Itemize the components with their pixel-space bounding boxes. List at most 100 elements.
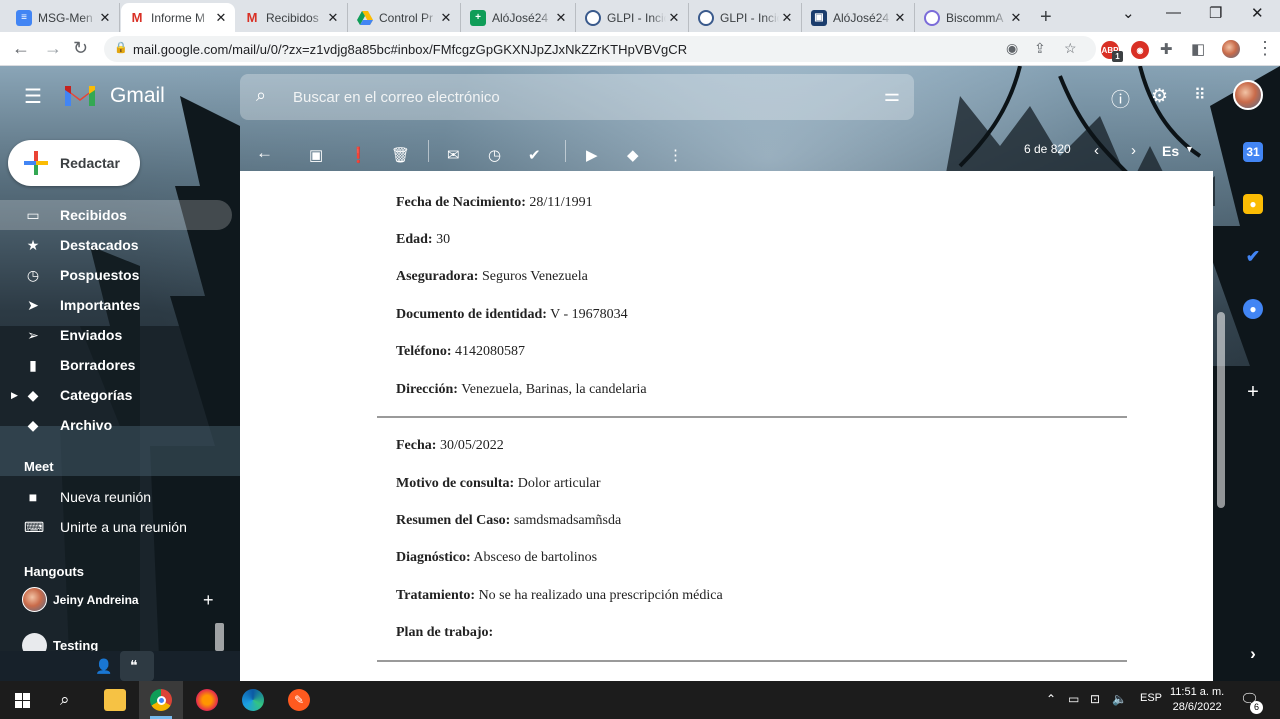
search-icon[interactable]: ⌕ — [60, 690, 70, 710]
sidebar-item-archive[interactable]: ◆ Archivo — [0, 410, 232, 440]
show-side-panel-icon[interactable]: › — [1243, 644, 1263, 664]
main-menu-icon[interactable]: ☰ — [24, 84, 42, 109]
mark-unread-icon[interactable]: ✉ — [447, 146, 460, 164]
get-addons-icon[interactable]: + — [1243, 381, 1263, 403]
newer-icon[interactable]: › — [1131, 142, 1136, 159]
tab-search-icon[interactable]: ⌄ — [1122, 4, 1135, 22]
browser-tab[interactable]: ▣ AlóJosé24 ✕ — [803, 3, 915, 32]
sidebar-item-snoozed[interactable]: ◷ Pospuestos — [0, 260, 232, 290]
older-icon[interactable]: ‹ — [1094, 142, 1099, 159]
tasks-icon[interactable]: ✔ — [1243, 247, 1263, 267]
input-tools-language[interactable]: Es — [1162, 143, 1179, 159]
close-icon[interactable]: ✕ — [97, 10, 113, 26]
profile-avatar[interactable] — [1220, 38, 1242, 60]
back-icon[interactable]: ← — [12, 38, 30, 59]
minimize-icon[interactable]: — — [1166, 4, 1181, 21]
close-icon[interactable]: ✕ — [213, 10, 229, 26]
settings-gear-icon[interactable]: ⚙ — [1151, 85, 1168, 108]
message-scrollbar[interactable] — [1217, 312, 1225, 508]
account-avatar[interactable] — [1233, 80, 1263, 110]
sidebar-item-inbox[interactable]: ▭ Recibidos — [0, 200, 232, 230]
browser-tab[interactable]: ≡ MSG-Men ✕ — [8, 3, 120, 32]
chevron-down-icon[interactable]: ▼ — [1185, 144, 1194, 154]
contacts-icon[interactable]: ● — [1243, 299, 1263, 319]
add-contact-icon[interactable]: + — [203, 590, 214, 611]
extension-icon[interactable]: ◉ — [1131, 41, 1149, 59]
meet-join-meeting[interactable]: ⌨ Unirte a una reunión — [0, 512, 232, 542]
app-icon[interactable]: ✎ — [288, 689, 310, 711]
move-to-icon[interactable]: ▶ — [586, 146, 598, 164]
close-icon[interactable]: ✕ — [892, 10, 908, 26]
close-icon[interactable]: ✕ — [553, 10, 569, 26]
reload-icon[interactable]: ↻ — [73, 38, 88, 59]
expand-caret-icon[interactable]: ▶ — [11, 390, 18, 401]
sidebar-item-label: Destacados — [60, 237, 139, 253]
compose-button[interactable]: Redactar — [8, 140, 140, 186]
language-indicator[interactable]: ESP — [1140, 692, 1162, 704]
share-icon[interactable]: ⇪ — [1034, 40, 1046, 57]
close-icon[interactable]: ✕ — [1008, 10, 1024, 26]
close-icon[interactable]: ✕ — [666, 10, 682, 26]
delete-icon[interactable]: 🗑 — [391, 146, 410, 164]
network-icon[interactable]: ⊡ — [1090, 692, 1100, 706]
close-icon[interactable]: ✕ — [779, 10, 795, 26]
meet-item-label: Nueva reunión — [60, 489, 152, 505]
video-icon: ■ — [28, 489, 38, 505]
meet-new-meeting[interactable]: ■ Nueva reunión — [0, 482, 232, 512]
person-icon[interactable]: 👤 — [95, 658, 112, 675]
browser-tab[interactable]: BiscommA ✕ — [916, 3, 1030, 32]
new-tab-button[interactable]: + — [1040, 6, 1052, 29]
extensions-puzzle-icon[interactable]: ✚ — [1160, 40, 1173, 58]
search-options-icon[interactable]: ⚌ — [884, 85, 900, 106]
hangouts-contact[interactable]: Jeiny Andreina + — [0, 585, 232, 615]
maximize-icon[interactable]: ❐ — [1209, 4, 1222, 22]
chrome-icon[interactable] — [150, 689, 172, 711]
system-clock[interactable]: 11:51 a. m. 28/6/2022 — [1170, 685, 1224, 715]
menu-kebab-icon[interactable]: ⋮ — [1256, 38, 1274, 59]
file-explorer-icon[interactable] — [104, 689, 126, 711]
windows-start-icon[interactable] — [15, 693, 30, 708]
archive-icon[interactable]: ▣ — [309, 146, 323, 164]
sidebar-item-categories[interactable]: ▶ ◆ Categorías — [0, 380, 232, 410]
eye-icon[interactable]: ◉ — [1006, 40, 1018, 57]
browser-tab[interactable]: GLPI - Incid ✕ — [690, 3, 802, 32]
firefox-icon[interactable] — [196, 689, 218, 711]
sidebar-scrollbar[interactable] — [215, 623, 224, 651]
more-options-icon[interactable]: ⋮ — [668, 146, 683, 164]
window-close-icon[interactable]: ✕ — [1251, 4, 1264, 22]
sidebar-item-sent[interactable]: ➢ Enviados — [0, 320, 232, 350]
bookmark-star-icon[interactable]: ☆ — [1064, 40, 1077, 57]
close-icon[interactable]: ✕ — [325, 10, 341, 26]
labels-icon[interactable]: ◆ — [627, 146, 639, 164]
search-input[interactable]: Buscar en el correo electrónico — [293, 89, 500, 106]
forward-icon[interactable]: → — [44, 38, 62, 59]
close-icon[interactable]: ✕ — [438, 10, 454, 26]
search-icon[interactable]: ⌕ — [256, 85, 266, 106]
browser-tab[interactable]: M Recibidos ✕ — [236, 3, 348, 32]
calendar-icon[interactable]: 31 — [1243, 142, 1263, 162]
star-icon: ★ — [26, 236, 40, 253]
browser-tab[interactable]: + AlóJosé24 ✕ — [462, 3, 576, 32]
report-spam-icon[interactable]: ❗ — [349, 146, 368, 164]
add-to-tasks-icon[interactable]: ✔ — [528, 146, 541, 164]
sidebar-item-starred[interactable]: ★ Destacados — [0, 230, 232, 260]
browser-tab[interactable]: GLPI - Incid ✕ — [577, 3, 689, 32]
show-hidden-icons-icon[interactable]: ⌃ — [1046, 692, 1056, 706]
edge-icon[interactable] — [242, 689, 264, 711]
url-bar[interactable]: 🔒 mail.google.com/mail/u/0/?zx=z1vdjg8a8… — [104, 36, 1096, 62]
field-address: Dirección: Venezuela, Barinas, la candel… — [396, 382, 647, 398]
sidebar-item-drafts[interactable]: ▮ Borradores — [0, 350, 232, 380]
volume-icon[interactable]: 🔈 — [1112, 692, 1127, 706]
battery-icon[interactable]: ▭ — [1068, 692, 1079, 706]
keep-icon[interactable]: ● — [1243, 194, 1263, 214]
gmail-logo-icon — [65, 86, 95, 106]
browser-tab[interactable]: Control Pr ✕ — [349, 3, 461, 32]
side-panel-icon[interactable]: ◧ — [1191, 40, 1205, 58]
sidebar-item-important[interactable]: ➤ Importantes — [0, 290, 232, 320]
browser-tab-active[interactable]: M Informe M ✕ — [121, 3, 235, 32]
help-icon[interactable]: ⓘ — [1111, 85, 1130, 112]
back-to-inbox-icon[interactable]: ← — [256, 143, 273, 163]
apps-grid-icon[interactable]: ⠿ — [1194, 85, 1206, 105]
snooze-icon[interactable]: ◷ — [488, 146, 501, 164]
search-bar[interactable]: ⌕ Buscar en el correo electrónico ⚌ — [240, 74, 914, 120]
